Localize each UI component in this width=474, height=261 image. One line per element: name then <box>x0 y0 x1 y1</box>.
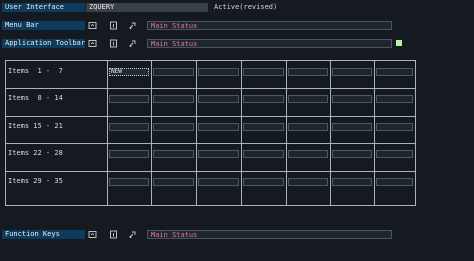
grid-row-label: Items 15 - 21 <box>8 122 63 130</box>
grid-item-cell[interactable] <box>243 123 284 131</box>
grid-row-label: Items 8 - 14 <box>8 94 63 102</box>
program-name-field[interactable]: ZQUERY <box>86 3 208 12</box>
grid-item-cell[interactable] <box>288 178 328 186</box>
grid-item-cell[interactable] <box>332 123 372 131</box>
grid-item-cell[interactable] <box>332 150 372 158</box>
info-icon[interactable] <box>109 21 118 30</box>
grid-row-divider <box>6 88 415 89</box>
link-icon[interactable] <box>128 21 137 30</box>
grid-item-cell[interactable] <box>109 150 149 158</box>
grid-item-cell[interactable] <box>198 68 239 76</box>
grid-column-divider <box>374 61 375 205</box>
grid-column-divider <box>107 61 108 205</box>
function-keys-label[interactable]: Function Keys <box>2 230 85 239</box>
grid-item-cell[interactable] <box>153 68 194 76</box>
application-toolbar-label[interactable]: Application Toolbar <box>2 39 85 48</box>
screen-icon[interactable] <box>88 39 97 48</box>
function-grid: Items 1 - 7 NEW Items 8 - 14 Items 15 - 21 I… <box>5 60 416 206</box>
screen-icon[interactable] <box>88 21 97 30</box>
grid-item-cell[interactable] <box>376 68 413 76</box>
grid-item-cell[interactable] <box>153 123 194 131</box>
grid-item-cell[interactable] <box>243 68 284 76</box>
grid-item-cell[interactable] <box>376 95 413 103</box>
grid-item-cell[interactable] <box>243 178 284 186</box>
grid-item-cell[interactable] <box>332 178 372 186</box>
grid-row-label: Items 29 - 35 <box>8 177 63 185</box>
grid-item-cell[interactable] <box>243 150 284 158</box>
grid-column-divider <box>151 61 152 205</box>
menu-bar-status[interactable]: Main Status <box>147 21 392 30</box>
grid-row-label: Items 1 - 7 <box>8 67 63 75</box>
grid-item-cell[interactable]: NEW <box>109 68 149 76</box>
grid-item-cell[interactable] <box>376 178 413 186</box>
grid-item-cell[interactable] <box>153 95 194 103</box>
grid-item-cell[interactable] <box>332 95 372 103</box>
grid-item-cell[interactable] <box>288 95 328 103</box>
grid-row-divider <box>6 171 415 172</box>
grid-item-cell[interactable] <box>243 95 284 103</box>
grid-item-cell[interactable] <box>153 150 194 158</box>
grid-item-cell[interactable] <box>109 178 149 186</box>
grid-item-cell[interactable] <box>109 95 149 103</box>
grid-column-divider <box>330 61 331 205</box>
screen-icon[interactable] <box>88 230 97 239</box>
user-interface-label: User Interface <box>2 3 85 12</box>
link-icon[interactable] <box>128 39 137 48</box>
grid-item-cell[interactable] <box>288 68 328 76</box>
function-keys-status[interactable]: Main Status <box>147 230 392 239</box>
active-indicator <box>396 40 402 46</box>
grid-item-cell[interactable] <box>288 123 328 131</box>
grid-item-cell[interactable] <box>376 123 413 131</box>
grid-item-cell[interactable] <box>198 178 239 186</box>
grid-item-cell[interactable] <box>376 150 413 158</box>
info-icon[interactable] <box>109 39 118 48</box>
grid-item-cell[interactable] <box>109 123 149 131</box>
link-icon[interactable] <box>128 230 137 239</box>
grid-row-label: Items 22 - 28 <box>8 149 63 157</box>
info-icon[interactable] <box>109 230 118 239</box>
grid-column-divider <box>241 61 242 205</box>
grid-row-divider <box>6 143 415 144</box>
grid-item-cell[interactable] <box>332 68 372 76</box>
application-toolbar-status[interactable]: Main Status <box>147 39 392 48</box>
program-status-text: Active(revised) <box>214 3 278 11</box>
grid-column-divider <box>286 61 287 205</box>
grid-item-cell[interactable] <box>153 178 194 186</box>
grid-item-cell[interactable] <box>198 123 239 131</box>
grid-item-cell[interactable] <box>198 95 239 103</box>
grid-item-cell[interactable] <box>288 150 328 158</box>
grid-row-divider <box>6 116 415 117</box>
grid-column-divider <box>196 61 197 205</box>
grid-item-cell[interactable] <box>198 150 239 158</box>
menu-bar-label[interactable]: Menu Bar <box>2 21 85 30</box>
